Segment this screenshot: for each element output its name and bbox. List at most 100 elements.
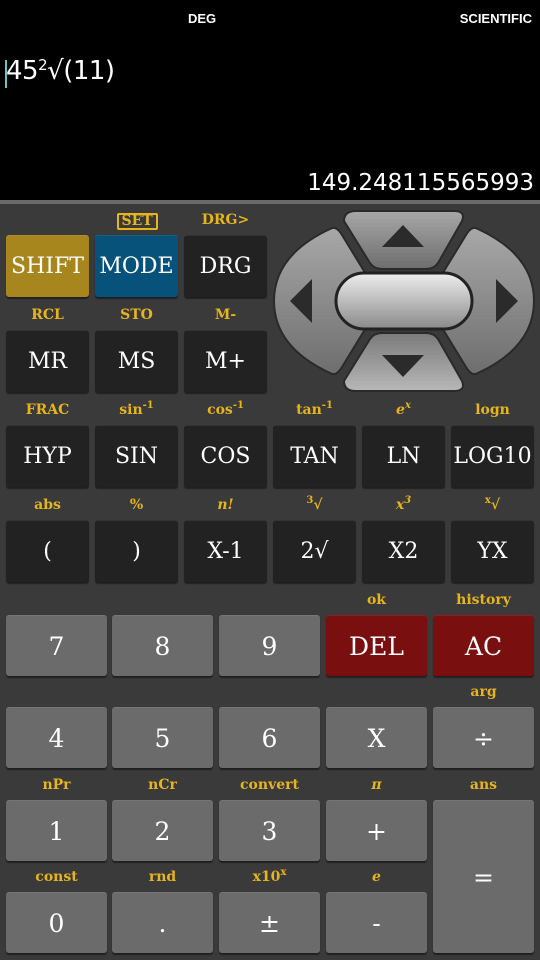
key-label: LN	[386, 444, 421, 469]
open-paren-button[interactable]: (	[6, 520, 89, 582]
key-label: 2√	[300, 539, 329, 564]
shift-label-exponent: -1	[232, 400, 244, 411]
shift-label-text: const	[35, 869, 78, 885]
7-button[interactable]: 7	[6, 615, 107, 676]
x2-button[interactable]: X2	[362, 520, 445, 582]
key-label: SIN	[114, 444, 158, 469]
shift-label-exponent: -1	[321, 400, 333, 411]
decimal-button[interactable]: .	[112, 892, 213, 953]
mode-button[interactable]: MODE	[95, 235, 178, 297]
shift-label-text: RCL	[31, 307, 64, 323]
shift-label: const	[6, 869, 107, 885]
shift-label: logn	[451, 402, 534, 418]
key-label: (	[43, 539, 52, 564]
close-paren-button[interactable]: )	[95, 520, 178, 582]
0-button[interactable]: 0	[6, 892, 107, 953]
shift-label-text: M-	[214, 307, 237, 323]
shift-label-text: convert	[240, 777, 299, 793]
shift-label-text: n!	[217, 497, 234, 513]
ln-button[interactable]: LN	[362, 425, 445, 487]
shift-label-exponent: 3	[404, 495, 412, 506]
shift-label: ok	[326, 592, 427, 608]
shift-label-text: tan	[296, 402, 322, 418]
shift-label-text: √	[490, 497, 501, 513]
1-button[interactable]: 1	[6, 800, 107, 861]
dpad-up-button[interactable]	[342, 210, 464, 270]
angle-mode-indicator: DEG	[188, 11, 217, 26]
shift-label-text: history	[456, 592, 511, 608]
dpad-down-button[interactable]	[342, 332, 464, 392]
shift-label: cos-1	[184, 400, 267, 419]
x-1-button[interactable]: X-1	[184, 520, 267, 582]
expression-rest: √(11)	[47, 56, 115, 86]
shift-label-text: sin	[119, 402, 143, 418]
shift-label-text: x	[395, 497, 405, 513]
sin-button[interactable]: SIN	[95, 425, 178, 487]
log10-button[interactable]: LOG10	[451, 425, 534, 487]
shift-label-text: cos	[207, 402, 233, 418]
shift-label: DRG>	[184, 212, 267, 228]
equals-button[interactable]: =	[433, 800, 534, 953]
shift-label-exponent: x	[404, 400, 411, 411]
key-label: YX	[477, 539, 508, 564]
9-button[interactable]: 9	[219, 615, 320, 676]
minus-button[interactable]: -	[326, 892, 427, 953]
key-label: 5	[154, 723, 171, 753]
shift-label-text: x10	[252, 869, 281, 885]
8-button[interactable]: 8	[112, 615, 213, 676]
shift-label: arg	[433, 684, 534, 700]
shift-label-exponent: x	[280, 867, 287, 878]
key-label: 8	[154, 631, 171, 661]
shift-label-text: e	[396, 402, 405, 418]
dpad	[272, 210, 536, 392]
shift-label-text: ans	[469, 777, 498, 793]
multiply-button[interactable]: X	[326, 707, 427, 768]
key-label: MR	[27, 349, 68, 374]
key-label: -	[372, 908, 381, 938]
divide-button[interactable]: ÷	[433, 707, 534, 768]
shift-label: RCL	[6, 307, 89, 323]
dpad-center-button[interactable]	[334, 271, 474, 331]
plus-button[interactable]: +	[326, 800, 427, 861]
key-label: 6	[261, 723, 278, 753]
yx-button[interactable]: YX	[451, 520, 534, 582]
shift-label: nCr	[112, 777, 213, 793]
shift-label: 3√	[273, 496, 356, 514]
key-label: X	[367, 723, 386, 753]
key-label: M+	[205, 349, 246, 374]
6-button[interactable]: 6	[219, 707, 320, 768]
key-label: HYP	[23, 444, 72, 469]
ms-button[interactable]: MS	[95, 330, 178, 392]
3-button[interactable]: 3	[219, 800, 320, 861]
m-plus-button[interactable]: M+	[184, 330, 267, 392]
drg-button[interactable]: DRG	[184, 235, 267, 297]
shift-label: ans	[433, 777, 534, 793]
cos-button[interactable]: COS	[184, 425, 267, 487]
5-button[interactable]: 5	[112, 707, 213, 768]
hyp-button[interactable]: HYP	[6, 425, 89, 487]
2-button[interactable]: 2	[112, 800, 213, 861]
shift-label: M-	[184, 307, 267, 323]
key-label: X2	[388, 539, 419, 564]
sqrt-button[interactable]: 2√	[273, 520, 356, 582]
shift-label: x10x	[219, 867, 320, 886]
key-label: SHIFT	[11, 254, 84, 279]
shift-button[interactable]: SHIFT	[6, 235, 89, 297]
shift-label: n!	[184, 497, 267, 513]
shift-label-exponent: -1	[142, 400, 154, 411]
shift-label-text: √	[313, 497, 323, 513]
shift-label: x√	[451, 496, 534, 514]
mr-button[interactable]: MR	[6, 330, 89, 392]
plus-minus-button[interactable]: ±	[219, 892, 320, 953]
key-label: ±	[259, 908, 280, 938]
key-label: TAN	[290, 444, 339, 469]
4-button[interactable]: 4	[6, 707, 107, 768]
key-label: =	[473, 862, 494, 892]
key-label: .	[158, 908, 167, 938]
ac-button[interactable]: AC	[433, 615, 534, 676]
tan-button[interactable]: TAN	[273, 425, 356, 487]
shift-label-text: rnd	[148, 869, 177, 885]
del-button[interactable]: DEL	[326, 615, 427, 676]
expression-input[interactable]: 452√(11)	[6, 56, 115, 86]
key-label: MS	[117, 349, 156, 374]
